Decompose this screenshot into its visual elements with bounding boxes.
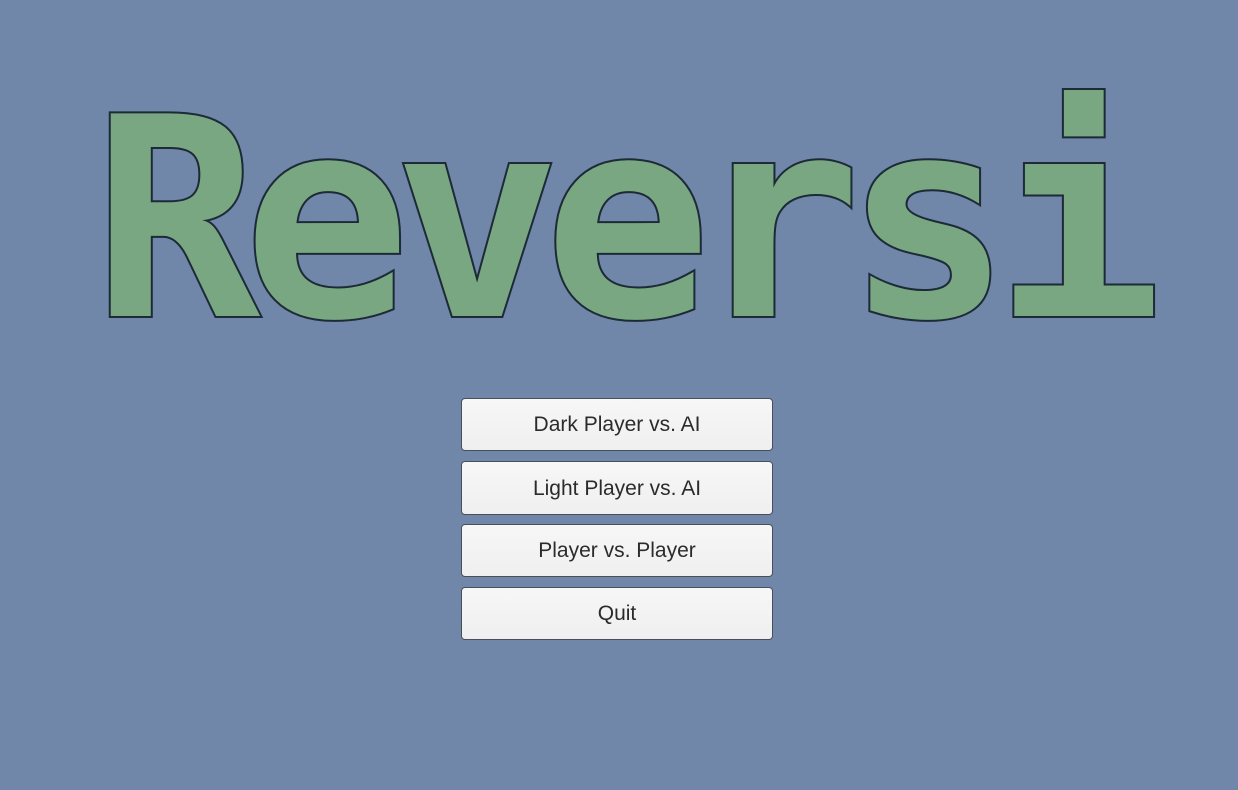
quit-button[interactable]: Quit xyxy=(461,587,773,640)
light-player-vs-ai-button[interactable]: Light Player vs. AI xyxy=(461,461,773,515)
dark-player-vs-ai-button[interactable]: Dark Player vs. AI xyxy=(461,398,773,451)
player-vs-player-button[interactable]: Player vs. Player xyxy=(461,524,773,577)
game-title: Reversi xyxy=(91,58,1165,382)
main-menu: Dark Player vs. AI Light Player vs. AI P… xyxy=(461,398,773,650)
